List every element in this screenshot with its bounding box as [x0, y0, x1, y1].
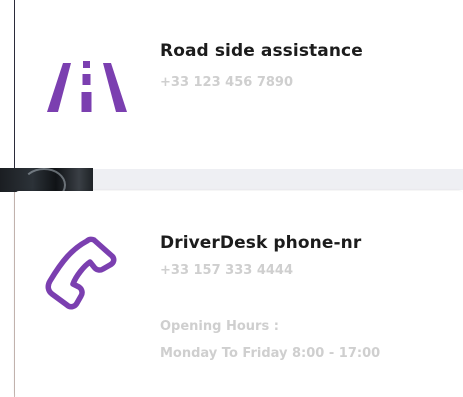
background-edge: [0, 0, 15, 170]
background-edge: [0, 192, 15, 397]
card-separator: [93, 169, 463, 190]
driverdesk-card[interactable]: DriverDesk phone-nr +33 157 333 4444 Ope…: [15, 191, 463, 397]
opening-hours: Monday To Friday 8:00 - 17:00: [160, 346, 381, 361]
card-title: Road side assistance: [160, 41, 363, 61]
phone-number[interactable]: +33 157 333 4444: [160, 263, 293, 278]
road-icon: [47, 61, 127, 112]
card-title: DriverDesk phone-nr: [160, 233, 362, 253]
roadside-assistance-card[interactable]: Road side assistance +33 123 456 7890: [15, 0, 463, 168]
phone-icon: [45, 236, 117, 310]
opening-hours-label: Opening Hours :: [160, 319, 279, 334]
phone-number[interactable]: +33 123 456 7890: [160, 75, 293, 90]
